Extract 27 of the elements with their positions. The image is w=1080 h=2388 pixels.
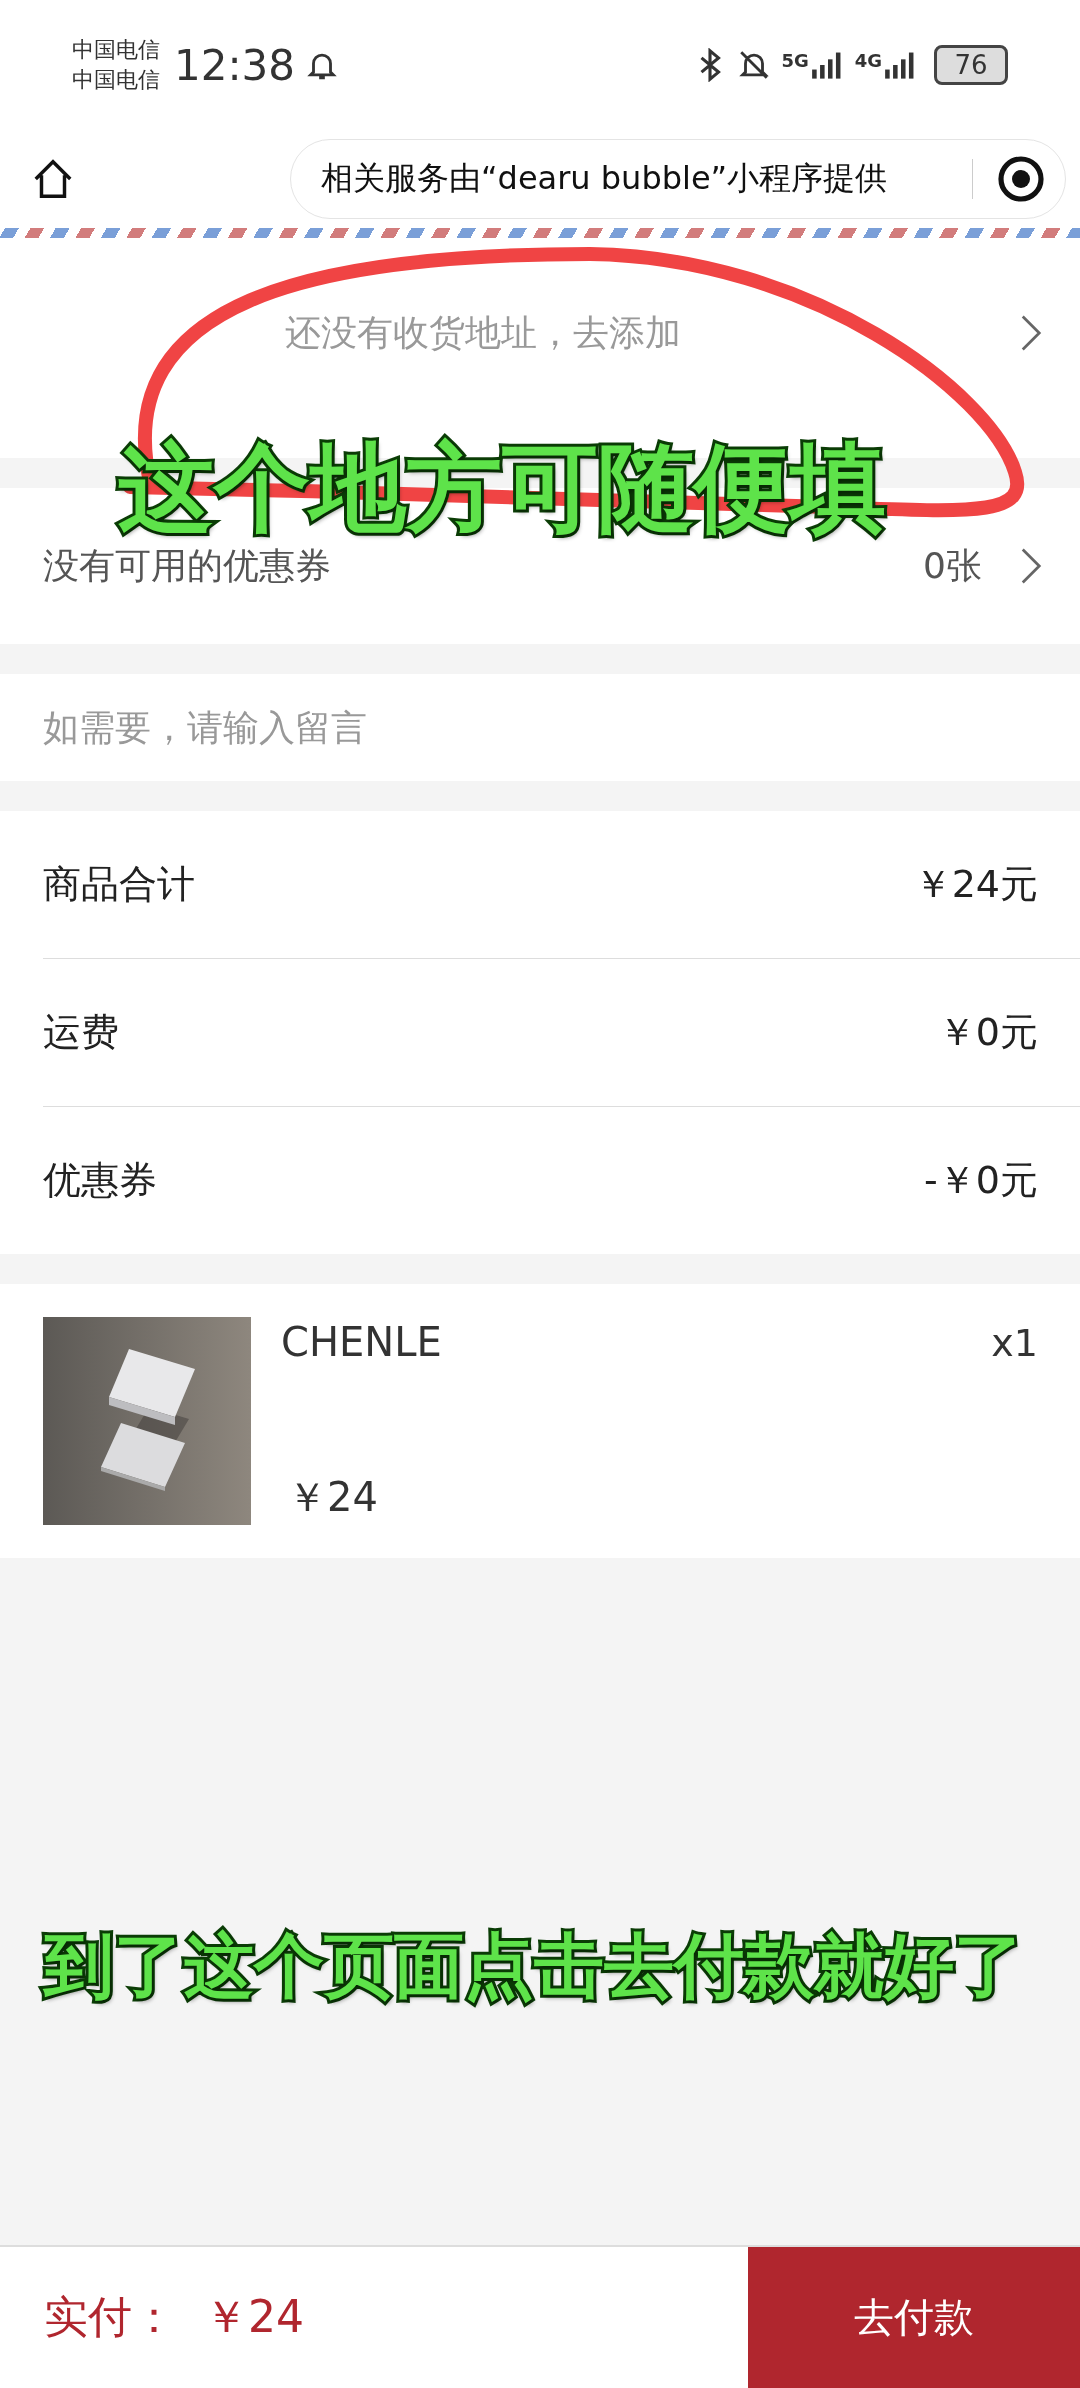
product-quantity: x1 (991, 1321, 1038, 1367)
total-label: 实付： (44, 2290, 176, 2344)
carrier-name: 中国电信 (72, 36, 160, 64)
summary-value: ￥24元 (913, 861, 1038, 908)
coupon-count: 0张 (923, 543, 982, 588)
summary-value: -￥0元 (924, 1157, 1038, 1204)
chevron-right-icon (1020, 546, 1042, 586)
product-name: CHENLE (281, 1319, 443, 1365)
pay-button[interactable]: 去付款 (748, 2247, 1080, 2388)
summary-label: 商品合计 (43, 861, 195, 908)
network-type: 4G (854, 50, 882, 71)
coupon-label: 没有可用的优惠券 (43, 543, 332, 588)
clock-time: 12:38 (174, 40, 296, 90)
total-amount: ￥24 (204, 2290, 304, 2344)
message-field[interactable]: 如需要，请输入留言 (0, 674, 1080, 781)
network-type: 5G (781, 50, 809, 71)
carrier-name: 中国电信 (72, 66, 160, 94)
annotation-text: 到了这个页面点击去付款就好了 (44, 1924, 1024, 2009)
address-placeholder: 还没有收货地址，去添加 (285, 310, 682, 355)
record-icon[interactable] (997, 155, 1045, 203)
service-notice: 相关服务由“dearu bubble”小程序提供 (321, 158, 888, 199)
summary-label: 运费 (43, 1009, 119, 1056)
battery-indicator: 76 (934, 45, 1008, 85)
chevron-right-icon (1020, 313, 1042, 353)
summary-label: 优惠券 (43, 1157, 157, 1204)
summary-value: ￥0元 (937, 1009, 1038, 1056)
product-price: ￥24 (287, 1473, 379, 1522)
